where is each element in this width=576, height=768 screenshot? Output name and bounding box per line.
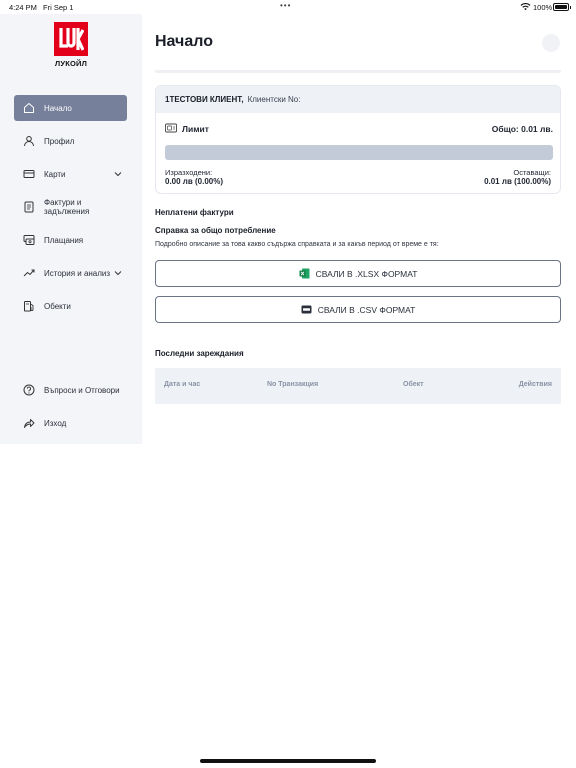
- csv-file-icon: [301, 305, 312, 314]
- sidebar: ЛУКОЙЛ Начало Профил Карти Фактури и зад…: [0, 14, 142, 444]
- help-icon: [23, 384, 35, 396]
- logout-icon: [24, 419, 35, 428]
- client-limit-card: 1ТЕСТОВИ КЛИЕНТ, Клиентски No: Лимит Общ…: [155, 85, 561, 194]
- status-time: 4:24 PM: [9, 3, 37, 12]
- download-csv-button[interactable]: СВАЛИ В .CSV ФОРМАТ: [155, 296, 561, 323]
- battery-percent: 100%: [533, 3, 553, 12]
- sidebar-item-logout[interactable]: Изход: [14, 410, 127, 436]
- sidebar-item-label: Изход: [44, 418, 67, 428]
- card-header: 1ТЕСТОВИ КЛИЕНТ, Клиентски No:: [156, 86, 560, 113]
- page-title: Начало: [155, 33, 213, 50]
- chevron-down-icon[interactable]: [114, 170, 122, 178]
- lukoil-logo[interactable]: ЛУКОЙЛ: [51, 22, 91, 72]
- status-bar: 4:24 PM Fri Sep 1 ••• 100%: [0, 0, 576, 14]
- sidebar-item-invoices[interactable]: Фактури и задължения: [14, 194, 127, 220]
- excel-icon: [299, 268, 310, 279]
- sidebar-item-label: Фактури и задължения: [44, 198, 90, 216]
- download-xlsx-button[interactable]: СВАЛИ В .XLSX ФОРМАТ: [155, 260, 561, 287]
- download-csv-label: СВАЛИ В .CSV ФОРМАТ: [317, 304, 416, 315]
- sidebar-item-profile[interactable]: Профил: [14, 128, 127, 154]
- lukoil-logo-mark: [54, 22, 88, 56]
- limit-progress-bar: [165, 145, 553, 160]
- column-header-transaction[interactable]: No Транзакция: [267, 381, 318, 388]
- multitasking-dots-icon[interactable]: •••: [280, 1, 291, 10]
- column-header-datetime[interactable]: Дата и час: [164, 381, 200, 388]
- spent-block: Изразходени: 0.00 лв (0.00%): [165, 168, 223, 186]
- payment-icon: [23, 235, 35, 245]
- sidebar-item-payments[interactable]: Плащания: [14, 227, 127, 253]
- recent-fuelings-title: Последни зареждания: [155, 349, 244, 358]
- user-icon: [24, 136, 34, 147]
- user-avatar[interactable]: [542, 34, 560, 52]
- chart-icon: [23, 269, 35, 277]
- sidebar-item-label: Обекти: [44, 301, 71, 311]
- remaining-value: 0.01 лв (100.00%): [484, 177, 551, 186]
- sidebar-item-stations[interactable]: Обекти: [14, 293, 127, 319]
- fuelings-table-header: Дата и час No Транзакция Обект Действия: [155, 368, 561, 404]
- logo-text: ЛУКОЙЛ: [54, 59, 88, 68]
- sidebar-item-label: История и анализ: [44, 268, 111, 278]
- card-icon: [23, 170, 35, 178]
- remaining-label: Оставащи:: [513, 168, 551, 177]
- report-title: Справка за общо потребление: [155, 226, 276, 235]
- sidebar-item-label: Плащания: [44, 235, 84, 245]
- home-icon: [24, 103, 34, 113]
- spent-value: 0.00 лв (0.00%): [165, 177, 224, 186]
- sidebar-item-label: Въпроси и Отговори: [44, 385, 120, 395]
- sidebar-item-cards[interactable]: Карти: [14, 161, 127, 187]
- limit-label: Лимит: [182, 124, 209, 134]
- money-icon: [165, 123, 177, 133]
- sidebar-item-home[interactable]: Начало: [14, 95, 127, 121]
- home-indicator[interactable]: [200, 759, 376, 763]
- limit-row: Лимит Общо: 0.01 лв.: [165, 123, 553, 135]
- header-divider: [155, 70, 561, 73]
- sidebar-item-label: Профил: [44, 136, 75, 146]
- client-number-label: Клиентски No:: [247, 95, 301, 104]
- wifi-icon: [520, 3, 531, 11]
- chevron-down-icon[interactable]: [114, 269, 122, 277]
- sidebar-item-label: Начало: [44, 103, 72, 113]
- sidebar-item-label: Карти: [44, 169, 66, 179]
- unpaid-invoices-title: Неплатени фактури: [155, 208, 234, 217]
- status-date: Fri Sep 1: [43, 3, 74, 12]
- remaining-block: Оставащи: 0.01 лв (100.00%): [484, 168, 551, 186]
- column-header-actions[interactable]: Действия: [519, 381, 552, 388]
- sidebar-item-faq[interactable]: Въпроси и Отговори: [14, 377, 127, 403]
- column-header-station[interactable]: Обект: [403, 381, 424, 388]
- limit-total: Общо: 0.01 лв.: [491, 124, 553, 134]
- download-xlsx-label: СВАЛИ В .XLSX ФОРМАТ: [315, 268, 418, 279]
- report-description: Подробно описание за това какво съдържа …: [155, 241, 439, 248]
- battery-icon: [553, 3, 571, 11]
- sidebar-item-history[interactable]: История и анализ: [14, 260, 127, 286]
- station-icon: [24, 301, 34, 312]
- invoice-icon: [24, 201, 34, 213]
- client-name: 1ТЕСТОВИ КЛИЕНТ,: [165, 95, 244, 104]
- spent-label: Изразходени:: [165, 168, 213, 177]
